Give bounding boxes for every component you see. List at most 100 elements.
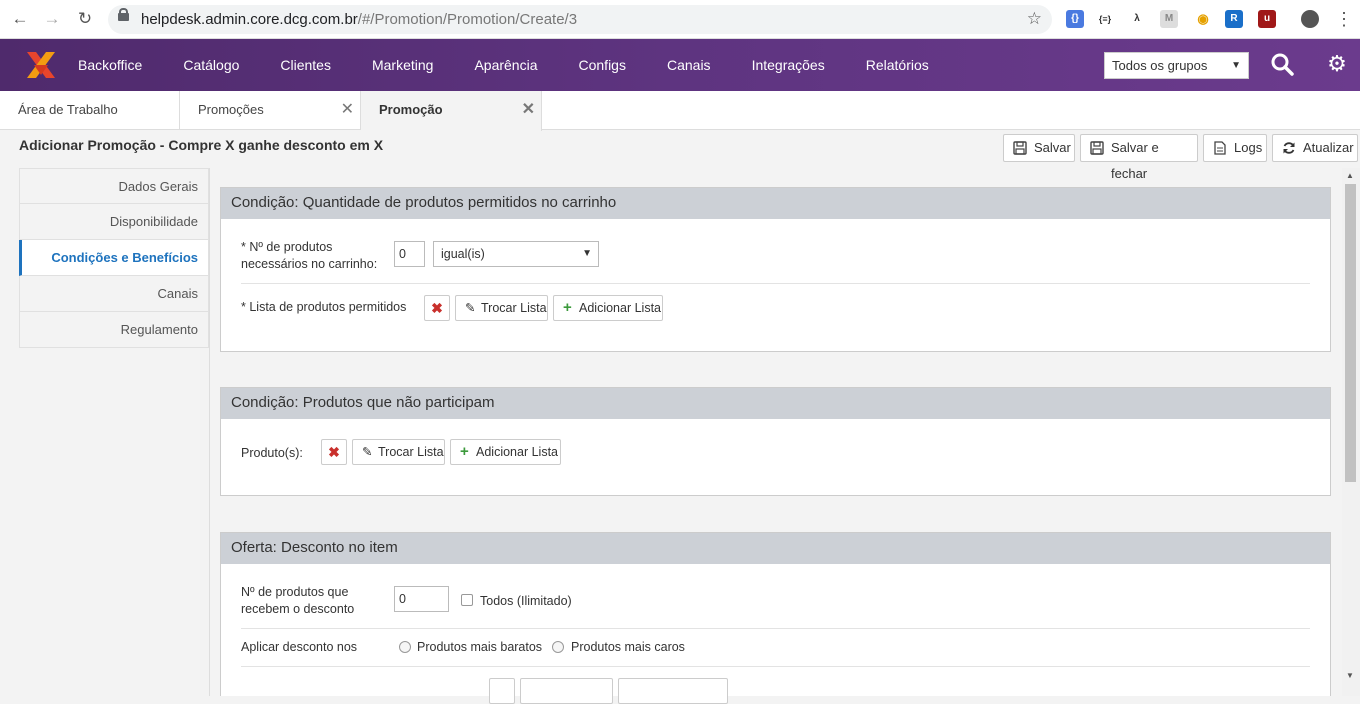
operator-value: igual(is)	[441, 247, 485, 261]
remove-list-button[interactable]: ✖	[424, 295, 450, 321]
menu-item-clientes[interactable]: Clientes	[280, 39, 331, 91]
divider	[241, 283, 1310, 284]
menu-item-relatorios[interactable]: Relatórios	[866, 39, 929, 91]
profile-avatar-icon[interactable]	[1301, 10, 1319, 28]
divider	[209, 168, 210, 696]
refresh-icon	[1283, 142, 1295, 154]
most-expensive-label: Produtos mais caros	[571, 640, 685, 654]
logs-button[interactable]: Logs	[1203, 134, 1267, 162]
remove-list-button[interactable]: ✖	[321, 439, 347, 465]
logo[interactable]	[24, 48, 58, 82]
group-select[interactable]: Todos os grupos ▼	[1104, 52, 1249, 79]
tab-bar: Área de Trabalho Promoções ✕ Promoção ✕	[0, 91, 1360, 131]
extension-icon[interactable]: ◉	[1194, 10, 1212, 28]
main-menu: Backoffice Catálogo Clientes Marketing A…	[78, 39, 970, 91]
divider	[241, 628, 1310, 629]
group-select-value: Todos os grupos	[1112, 58, 1208, 73]
save-button[interactable]: Salvar	[1003, 134, 1075, 162]
divider	[241, 666, 1310, 667]
menu-item-configs[interactable]: Configs	[579, 39, 626, 91]
scrollbar[interactable]: ▲ ▼	[1342, 168, 1360, 696]
add-list-label: Adicionar Lista	[476, 445, 558, 459]
sidebar-item-canais[interactable]: Canais	[19, 276, 209, 312]
menu-item-marketing[interactable]: Marketing	[372, 39, 433, 91]
tab-promocao[interactable]: Promoção ✕	[361, 91, 542, 131]
required-qty-input[interactable]: 0	[394, 241, 425, 267]
back-arrow-icon[interactable]: ←	[10, 9, 30, 29]
app-header: Backoffice Catálogo Clientes Marketing A…	[0, 39, 1360, 91]
swap-list-label: Trocar Lista	[481, 301, 547, 315]
unlimited-checkbox[interactable]	[461, 594, 473, 606]
kebab-menu-icon[interactable]: ⋮	[1334, 9, 1354, 29]
save-label: Salvar	[1034, 140, 1071, 155]
sidebar-item-regulamento[interactable]: Regulamento	[19, 312, 209, 348]
extension-icon[interactable]: {}	[1066, 10, 1084, 28]
menu-item-canais[interactable]: Canais	[667, 39, 711, 91]
gear-icon[interactable]: ⚙	[1325, 52, 1349, 76]
swap-list-button[interactable]: ✎ Trocar Lista	[352, 439, 445, 465]
tab-area-de-trabalho[interactable]: Área de Trabalho	[0, 91, 180, 130]
menu-item-integracoes[interactable]: Integrações	[752, 39, 825, 91]
most-expensive-radio[interactable]	[552, 641, 564, 653]
save-and-close-button[interactable]: Salvar e fechar	[1080, 134, 1198, 181]
section-sidebar: Dados Gerais Disponibilidade Condições e…	[19, 168, 209, 348]
extension-icon[interactable]: λ	[1128, 10, 1146, 28]
url-text: helpdesk.admin.core.dcg.com.br/#/Promoti…	[141, 11, 578, 28]
plus-icon: +	[563, 299, 572, 316]
panel-cart-quantity: Condição: Quantidade de produtos permiti…	[220, 187, 1331, 352]
extension-icon[interactable]: R	[1225, 10, 1243, 28]
refresh-button[interactable]: Atualizar	[1272, 134, 1358, 162]
forward-arrow-icon[interactable]: →	[42, 9, 62, 29]
add-list-label: Adicionar Lista	[579, 301, 661, 315]
operator-select[interactable]: igual(is) ▼	[433, 241, 599, 267]
scrollbar-thumb[interactable]	[1345, 184, 1356, 482]
extension-icon[interactable]: u	[1258, 10, 1276, 28]
partial-button[interactable]	[489, 678, 515, 704]
address-bar[interactable]: helpdesk.admin.core.dcg.com.br/#/Promoti…	[108, 5, 1052, 34]
partial-button[interactable]	[618, 678, 728, 704]
sidebar-item-condicoes-beneficios[interactable]: Condições e Benefícios	[19, 240, 209, 276]
apply-discount-label: Aplicar desconto nos	[241, 640, 358, 654]
refresh-label: Atualizar	[1303, 140, 1354, 155]
cheapest-radio[interactable]	[399, 641, 411, 653]
save-and-close-label: Salvar e fechar	[1111, 140, 1159, 181]
remove-x-icon: ✖	[328, 444, 340, 460]
tab-label: Promoção	[379, 102, 443, 117]
tab-promocoes[interactable]: Promoções ✕	[180, 91, 361, 130]
add-list-button[interactable]: + Adicionar Lista	[450, 439, 561, 465]
panel-title: Oferta: Desconto no item	[221, 533, 1330, 564]
logs-label: Logs	[1234, 140, 1263, 155]
qty-label: * Nº de produtos necessários no carrinho:	[241, 240, 378, 271]
close-icon[interactable]: ✕	[522, 91, 535, 129]
scroll-up-arrow-icon[interactable]: ▲	[1346, 171, 1354, 180]
panel-excluded-products: Condição: Produtos que não participam Pr…	[220, 387, 1331, 496]
close-icon[interactable]: ✕	[341, 91, 354, 129]
pencil-icon: ✎	[465, 301, 476, 315]
tab-label: Área de Trabalho	[18, 102, 118, 117]
discount-qty-label: Nº de produtos que recebem o desconto	[241, 585, 355, 616]
browser-toolbar: ← → ↻ helpdesk.admin.core.dcg.com.br/#/P…	[0, 0, 1360, 39]
bookmark-star-icon[interactable]: ☆	[1027, 9, 1042, 29]
sidebar-item-disponibilidade[interactable]: Disponibilidade	[19, 204, 209, 240]
floppy-icon	[1013, 141, 1027, 155]
tab-label: Promoções	[198, 102, 264, 117]
menu-item-catalogo[interactable]: Catálogo	[183, 39, 239, 91]
pencil-icon: ✎	[362, 445, 373, 459]
page-title: Adicionar Promoção - Compre X ganhe desc…	[19, 137, 384, 153]
search-icon[interactable]	[1270, 52, 1294, 76]
json-extension-icon[interactable]: {≡}	[1096, 10, 1114, 28]
menu-item-backoffice[interactable]: Backoffice	[78, 39, 142, 91]
reload-icon[interactable]: ↻	[75, 9, 95, 29]
panel-item-discount: Oferta: Desconto no item Nº de produtos …	[220, 532, 1331, 704]
swap-list-label: Trocar Lista	[378, 445, 444, 459]
extension-icon[interactable]: M	[1160, 10, 1178, 28]
menu-item-aparencia[interactable]: Aparência	[474, 39, 537, 91]
add-list-button[interactable]: + Adicionar Lista	[553, 295, 663, 321]
partial-button[interactable]	[520, 678, 613, 704]
scroll-down-arrow-icon[interactable]: ▼	[1346, 671, 1354, 680]
plus-icon: +	[460, 443, 469, 460]
sidebar-item-dados-gerais[interactable]: Dados Gerais	[19, 168, 209, 204]
discount-qty-input[interactable]: 0	[394, 586, 449, 612]
swap-list-button[interactable]: ✎ Trocar Lista	[455, 295, 548, 321]
document-icon	[1214, 141, 1226, 155]
